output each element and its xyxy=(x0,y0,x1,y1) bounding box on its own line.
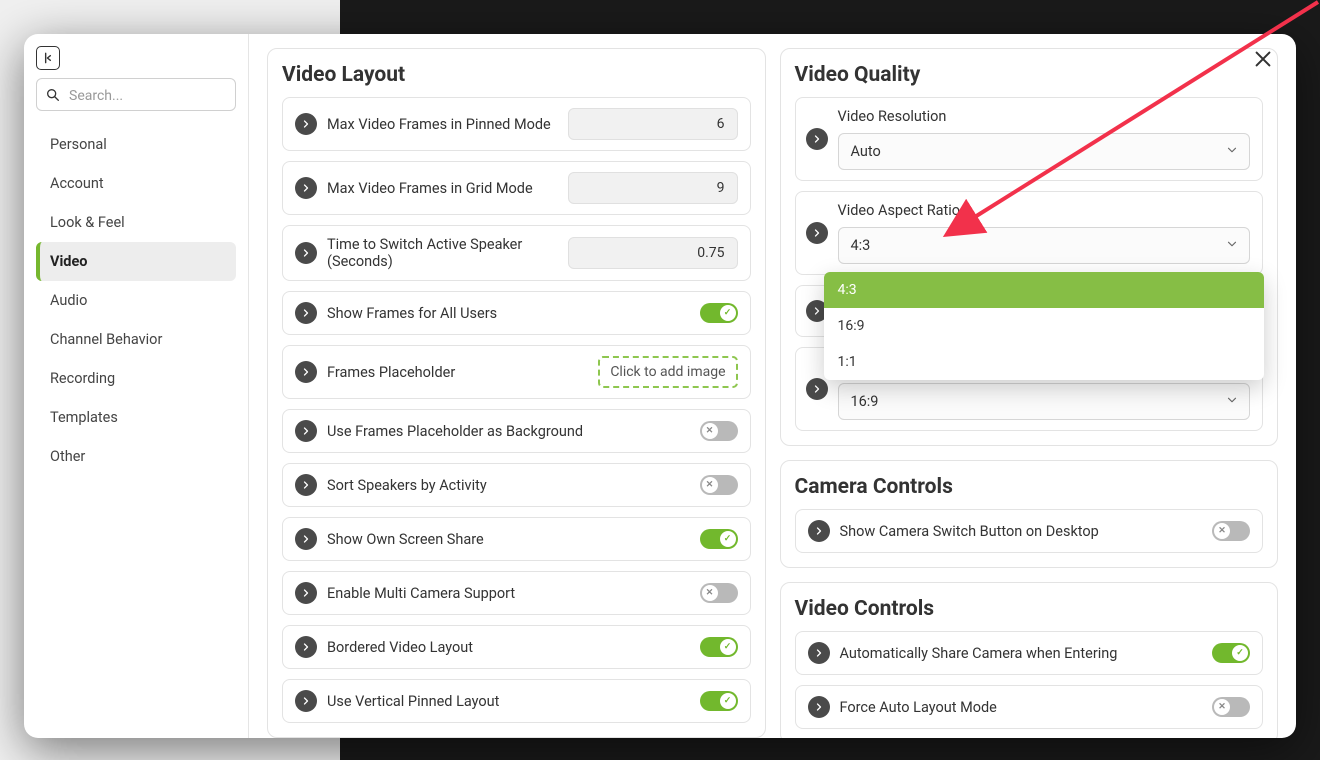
vertical-pinned-toggle[interactable] xyxy=(700,691,738,711)
share-aspect-select[interactable]: 16:9 xyxy=(838,383,1251,420)
setting-label: Sort Speakers by Activity xyxy=(327,477,690,494)
sidebar-item-other[interactable]: Other xyxy=(36,437,236,476)
dropdown-option[interactable]: 16:9 xyxy=(824,308,1265,344)
sidebar-item-channel-behavior[interactable]: Channel Behavior xyxy=(36,320,236,359)
setting-label: Enable Multi Camera Support xyxy=(327,585,690,602)
force-layout-toggle[interactable] xyxy=(1212,697,1250,717)
search-input-wrap[interactable] xyxy=(36,78,236,111)
setting-label: Video Aspect Ratio xyxy=(838,202,1251,227)
max-grid-input[interactable] xyxy=(568,172,738,204)
bordered-toggle[interactable] xyxy=(700,637,738,657)
max-pinned-input[interactable] xyxy=(568,108,738,140)
search-input[interactable] xyxy=(69,88,225,104)
sidebar-item-recording[interactable]: Recording xyxy=(36,359,236,398)
section-video-controls: Video Controls Automatically Share Camer… xyxy=(780,582,1279,738)
sidebar-item-video[interactable]: Video xyxy=(36,242,236,281)
select-value: 4:3 xyxy=(851,237,871,254)
resolution-select[interactable]: Auto xyxy=(838,133,1251,170)
show-frames-toggle[interactable] xyxy=(700,303,738,323)
setting-label: Show Frames for All Users xyxy=(327,305,690,322)
chevron-right-icon[interactable] xyxy=(295,690,317,712)
chevron-down-icon xyxy=(1225,237,1239,255)
setting-label: Max Video Frames in Pinned Mode xyxy=(327,116,558,133)
setting-label: Bordered Video Layout xyxy=(327,639,690,656)
chevron-right-icon[interactable] xyxy=(295,113,317,135)
section-video-quality: Video Quality Video Resolution Auto xyxy=(780,48,1279,446)
chevron-right-icon[interactable] xyxy=(295,361,317,383)
dropdown-option[interactable]: 4:3 xyxy=(824,272,1265,308)
setting-label: Frames Placeholder xyxy=(327,364,588,381)
section-title: Video Quality xyxy=(795,63,1264,87)
camera-switch-toggle[interactable] xyxy=(1212,521,1250,541)
setting-label: Use Vertical Pinned Layout xyxy=(327,693,690,710)
chevron-right-icon[interactable] xyxy=(806,128,828,150)
section-title: Video Controls xyxy=(795,597,1264,621)
show-own-share-toggle[interactable] xyxy=(700,529,738,549)
chevron-right-icon[interactable] xyxy=(295,420,317,442)
setting-label: Force Auto Layout Mode xyxy=(840,699,1203,716)
setting-label: Show Camera Switch Button on Desktop xyxy=(840,523,1203,540)
aspect-ratio-dropdown[interactable]: 4:3 16:9 1:1 xyxy=(824,272,1265,380)
chevron-right-icon[interactable] xyxy=(295,636,317,658)
section-camera-controls: Camera Controls Show Camera Switch Butto… xyxy=(780,460,1279,568)
dropdown-option[interactable]: 1:1 xyxy=(824,344,1265,380)
chevron-right-icon[interactable] xyxy=(295,242,317,264)
setting-label: Show Own Screen Share xyxy=(327,531,690,548)
chevron-right-icon[interactable] xyxy=(295,474,317,496)
chevron-right-icon[interactable] xyxy=(808,696,830,718)
setting-label: Video Resolution xyxy=(838,108,1251,133)
setting-label: Time to Switch Active Speaker (Seconds) xyxy=(327,236,558,270)
placeholder-bg-toggle[interactable] xyxy=(700,421,738,441)
sidebar-item-audio[interactable]: Audio xyxy=(36,281,236,320)
section-title: Video Layout xyxy=(282,63,751,87)
section-video-layout: Video Layout Max Video Frames in Pinned … xyxy=(267,48,766,738)
sidebar-item-look-feel[interactable]: Look & Feel xyxy=(36,203,236,242)
chevron-right-icon[interactable] xyxy=(295,177,317,199)
search-icon xyxy=(45,87,61,103)
aspect-ratio-select[interactable]: 4:3 xyxy=(838,227,1251,264)
sort-speakers-toggle[interactable] xyxy=(700,475,738,495)
sidebar-item-personal[interactable]: Personal xyxy=(36,125,236,164)
multi-cam-toggle[interactable] xyxy=(700,583,738,603)
collapse-sidebar-icon[interactable] xyxy=(36,46,60,70)
close-icon[interactable] xyxy=(1252,48,1276,72)
chevron-right-icon[interactable] xyxy=(806,222,828,244)
chevron-right-icon[interactable] xyxy=(295,528,317,550)
setting-label: Use Frames Placeholder as Background xyxy=(327,423,690,440)
sidebar-item-templates[interactable]: Templates xyxy=(36,398,236,437)
switch-time-input[interactable] xyxy=(568,237,738,269)
setting-label: Automatically Share Camera when Entering xyxy=(840,645,1203,662)
chevron-right-icon[interactable] xyxy=(808,642,830,664)
sidebar-item-account[interactable]: Account xyxy=(36,164,236,203)
select-value: Auto xyxy=(851,143,881,160)
chevron-down-icon xyxy=(1225,143,1239,161)
chevron-right-icon[interactable] xyxy=(295,582,317,604)
setting-label: Max Video Frames in Grid Mode xyxy=(327,180,558,197)
auto-share-toggle[interactable] xyxy=(1212,643,1250,663)
section-title: Camera Controls xyxy=(795,475,1264,499)
select-value: 16:9 xyxy=(851,393,879,410)
chevron-right-icon[interactable] xyxy=(808,520,830,542)
add-image-button[interactable]: Click to add image xyxy=(598,356,737,388)
chevron-down-icon xyxy=(1225,393,1239,411)
chevron-right-icon[interactable] xyxy=(806,378,828,400)
chevron-right-icon[interactable] xyxy=(295,302,317,324)
sidebar-nav: Personal Account Look & Feel Video Audio… xyxy=(36,125,236,476)
